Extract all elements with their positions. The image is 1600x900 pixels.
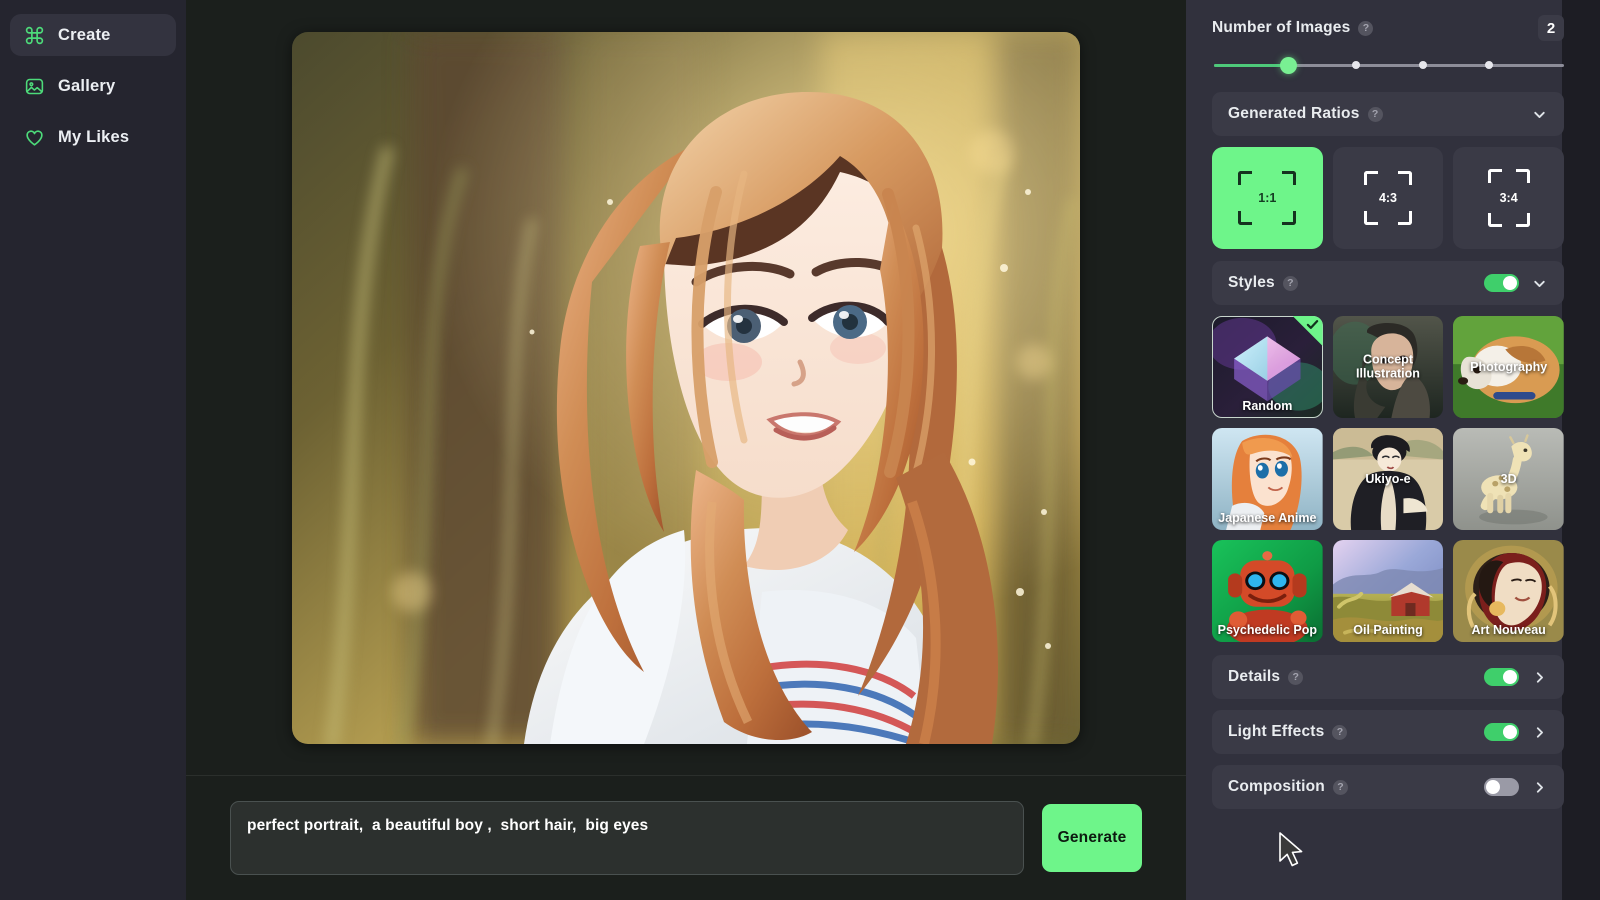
details-label: Details (1228, 668, 1281, 685)
number-of-images-slider[interactable] (1212, 48, 1564, 82)
slider-fill (1214, 64, 1288, 67)
light-effects-toggle[interactable] (1484, 723, 1519, 741)
prompt-input[interactable] (230, 801, 1024, 875)
ratio-option-1-1[interactable]: 1:1 (1212, 147, 1323, 249)
generated-ratios-header[interactable]: Generated Ratios ? (1212, 92, 1564, 136)
style-option-label: 3D (1500, 471, 1517, 486)
light-effects-section-header[interactable]: Light Effects ? (1212, 710, 1564, 754)
generate-button[interactable]: Generate (1042, 804, 1142, 872)
info-icon[interactable]: ? (1332, 779, 1348, 795)
main-canvas-area: Generate (186, 0, 1303, 900)
sidebar-item-label: My Likes (58, 127, 130, 146)
styles-header[interactable]: Styles ? (1212, 261, 1564, 305)
sidebar: Create Gallery My Likes (0, 0, 186, 900)
number-of-images-header: Number of Images ? 2 (1212, 12, 1564, 44)
panel-right-edge (1562, 0, 1600, 900)
details-section-header[interactable]: Details ? (1212, 655, 1564, 699)
ratio-option-4-3[interactable]: 4:3 (1332, 147, 1444, 249)
info-icon[interactable]: ? (1367, 106, 1383, 122)
sidebar-item-label: Create (58, 25, 111, 44)
sidebar-item-gallery[interactable]: Gallery (10, 65, 176, 107)
styles-toggle[interactable] (1484, 274, 1519, 292)
style-option-concept-illustration[interactable]: Concept Illustration (1332, 316, 1444, 418)
info-icon[interactable]: ? (1288, 669, 1304, 685)
ratio-option-label: 1:1 (1258, 191, 1277, 205)
number-of-images-value: 2 (1538, 15, 1564, 41)
style-option-ukiyo-e[interactable]: Ukiyo-e (1332, 428, 1444, 530)
style-option-label: Concept Illustration (1356, 352, 1420, 381)
style-option-label: Japanese Anime (1218, 510, 1317, 525)
slider-step-4[interactable] (1419, 61, 1427, 69)
chevron-right-icon[interactable] (1531, 669, 1548, 686)
ratio-option-label: 4:3 (1378, 191, 1398, 205)
chevron-right-icon[interactable] (1531, 779, 1548, 796)
generated-image[interactable] (292, 32, 1080, 744)
light-effects-label: Light Effects (1228, 723, 1325, 740)
slider-step-3[interactable] (1352, 61, 1360, 69)
image-canvas (186, 0, 1186, 775)
generated-ratios-label: Generated Ratios (1228, 105, 1360, 122)
details-toggle[interactable] (1484, 668, 1519, 686)
settings-panel: Number of Images ? 2 Generated Ratios ? (1186, 0, 1600, 900)
style-option-random[interactable]: Random (1212, 316, 1323, 418)
heart-icon (24, 127, 45, 148)
app-root: Create Gallery My Likes perfect portrait… (0, 0, 1600, 900)
styles-label: Styles (1228, 274, 1275, 291)
composition-label: Composition (1228, 778, 1325, 795)
style-option-psychedelic-pop[interactable]: Psychedelic Pop (1212, 540, 1323, 642)
chevron-right-icon[interactable] (1531, 724, 1548, 741)
style-option-3d[interactable]: 3D (1453, 428, 1564, 530)
style-option-label: Ukiyo-e (1365, 471, 1411, 486)
sidebar-item-label: Gallery (58, 76, 116, 95)
crop-frame-icon: 3:4 (1487, 169, 1530, 227)
command-icon (24, 25, 45, 46)
ratio-option-3-4[interactable]: 3:4 (1453, 147, 1564, 249)
info-icon[interactable]: ? (1358, 20, 1374, 36)
chevron-down-icon[interactable] (1531, 275, 1548, 292)
crop-frame-icon: 4:3 (1363, 171, 1412, 225)
style-option-art-nouveau[interactable]: Art Nouveau (1453, 540, 1564, 642)
chevron-down-icon[interactable] (1531, 106, 1548, 123)
style-option-label: Random (1242, 398, 1293, 413)
style-option-japanese-anime[interactable]: Japanese Anime (1212, 428, 1323, 530)
composition-section-header[interactable]: Composition ? (1212, 765, 1564, 809)
info-icon[interactable]: ? (1332, 724, 1348, 740)
styles-options: Random Concept Illustration Photography … (1212, 316, 1564, 642)
slider-step-5[interactable] (1485, 61, 1493, 69)
check-icon (1306, 318, 1319, 331)
sidebar-item-create[interactable]: Create (10, 14, 176, 56)
style-option-oil-painting[interactable]: Oil Painting (1332, 540, 1444, 642)
ratio-option-label: 3:4 (1499, 191, 1518, 205)
sidebar-item-my-likes[interactable]: My Likes (10, 116, 176, 158)
crop-frame-icon: 1:1 (1238, 171, 1297, 225)
gallery-image-icon (24, 76, 45, 97)
prompt-bar: Generate (186, 776, 1186, 900)
generated-ratios-options: 1:1 4:3 3:4 (1212, 147, 1564, 249)
style-option-photography[interactable]: Photography (1453, 316, 1564, 418)
style-option-label: Oil Painting (1353, 622, 1423, 637)
style-option-label: Photography (1470, 359, 1548, 374)
slider-knob[interactable] (1280, 57, 1297, 74)
number-of-images-label: Number of Images (1212, 19, 1351, 36)
style-option-label: Psychedelic Pop (1217, 622, 1317, 637)
composition-toggle[interactable] (1484, 778, 1519, 796)
style-option-label: Art Nouveau (1471, 622, 1546, 637)
info-icon[interactable]: ? (1282, 275, 1298, 291)
